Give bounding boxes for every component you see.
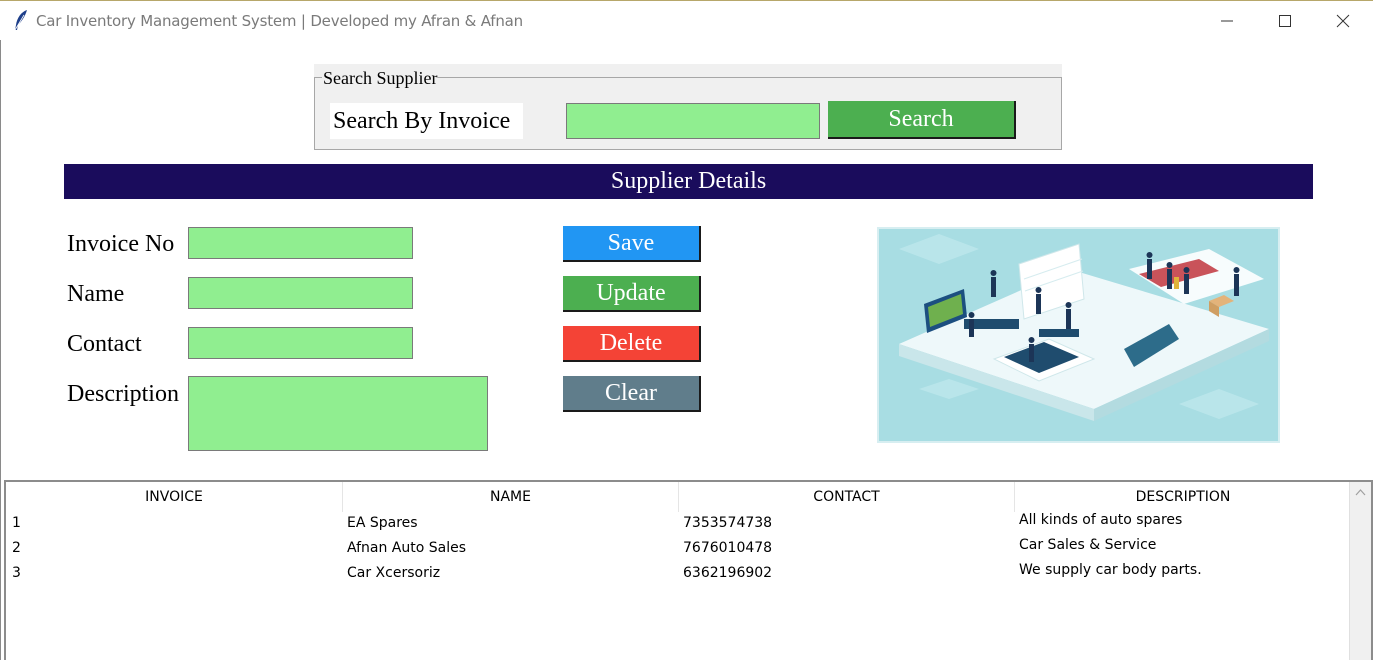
update-button[interactable]: Update [563, 276, 701, 312]
invoice-no-label: Invoice No [67, 231, 175, 257]
supplier-details-header: Supplier Details [64, 164, 1313, 199]
maximize-icon [1279, 15, 1291, 27]
table-row[interactable]: 3 Car Xcersoriz 6362196902 We supply car… [6, 561, 1351, 586]
vertical-scrollbar[interactable] [1349, 482, 1371, 660]
cell-name: EA Spares [347, 515, 418, 531]
column-header-invoice[interactable]: INVOICE [6, 482, 343, 512]
cell-description: We supply car body parts. [1019, 562, 1202, 578]
cell-description: Car Sales & Service [1019, 537, 1157, 553]
search-invoice-input[interactable] [566, 103, 820, 139]
contact-label: Contact [67, 331, 142, 357]
column-header-contact[interactable]: CONTACT [679, 482, 1015, 512]
clear-button[interactable]: Clear [563, 376, 701, 412]
description-label: Description [67, 381, 179, 407]
delete-button[interactable]: Delete [563, 326, 701, 362]
search-group-title: Search Supplier [322, 68, 439, 89]
cell-name: Car Xcersoriz [347, 565, 441, 581]
cell-invoice: 1 [12, 515, 21, 531]
showroom-illustration [877, 227, 1280, 443]
feather-icon [14, 10, 27, 31]
cell-invoice: 3 [12, 565, 21, 581]
name-input[interactable] [188, 277, 413, 309]
description-textarea[interactable] [188, 376, 488, 451]
cell-name: Afnan Auto Sales [347, 540, 466, 556]
cell-contact: 7676010478 [683, 540, 773, 556]
title-bar: Car Inventory Management System | Develo… [0, 0, 1373, 40]
cell-description: All kinds of auto spares [1019, 512, 1183, 528]
window-border [0, 40, 1, 660]
cell-invoice: 2 [12, 540, 21, 556]
invoice-no-input[interactable] [188, 227, 413, 259]
contact-input[interactable] [188, 327, 413, 359]
cell-contact: 6362196902 [683, 565, 773, 581]
window-title: Car Inventory Management System | Develo… [36, 12, 523, 30]
column-header-name[interactable]: NAME [343, 482, 679, 512]
close-icon [1336, 14, 1350, 28]
search-by-invoice-label: Search By Invoice [330, 103, 523, 139]
showroom-illustration-graphic [899, 234, 1269, 421]
cell-contact: 7353574738 [683, 515, 773, 531]
close-button[interactable] [1315, 1, 1373, 41]
supplier-table[interactable]: INVOICE NAME CONTACT DESCRIPTION 1 EA Sp… [4, 480, 1373, 660]
name-label: Name [67, 281, 125, 307]
save-button[interactable]: Save [563, 226, 701, 262]
minimize-icon [1221, 20, 1233, 22]
minimize-button[interactable] [1199, 1, 1257, 41]
chevron-up-icon[interactable] [1355, 488, 1366, 496]
maximize-button[interactable] [1257, 1, 1315, 41]
search-button[interactable]: Search [828, 101, 1016, 139]
